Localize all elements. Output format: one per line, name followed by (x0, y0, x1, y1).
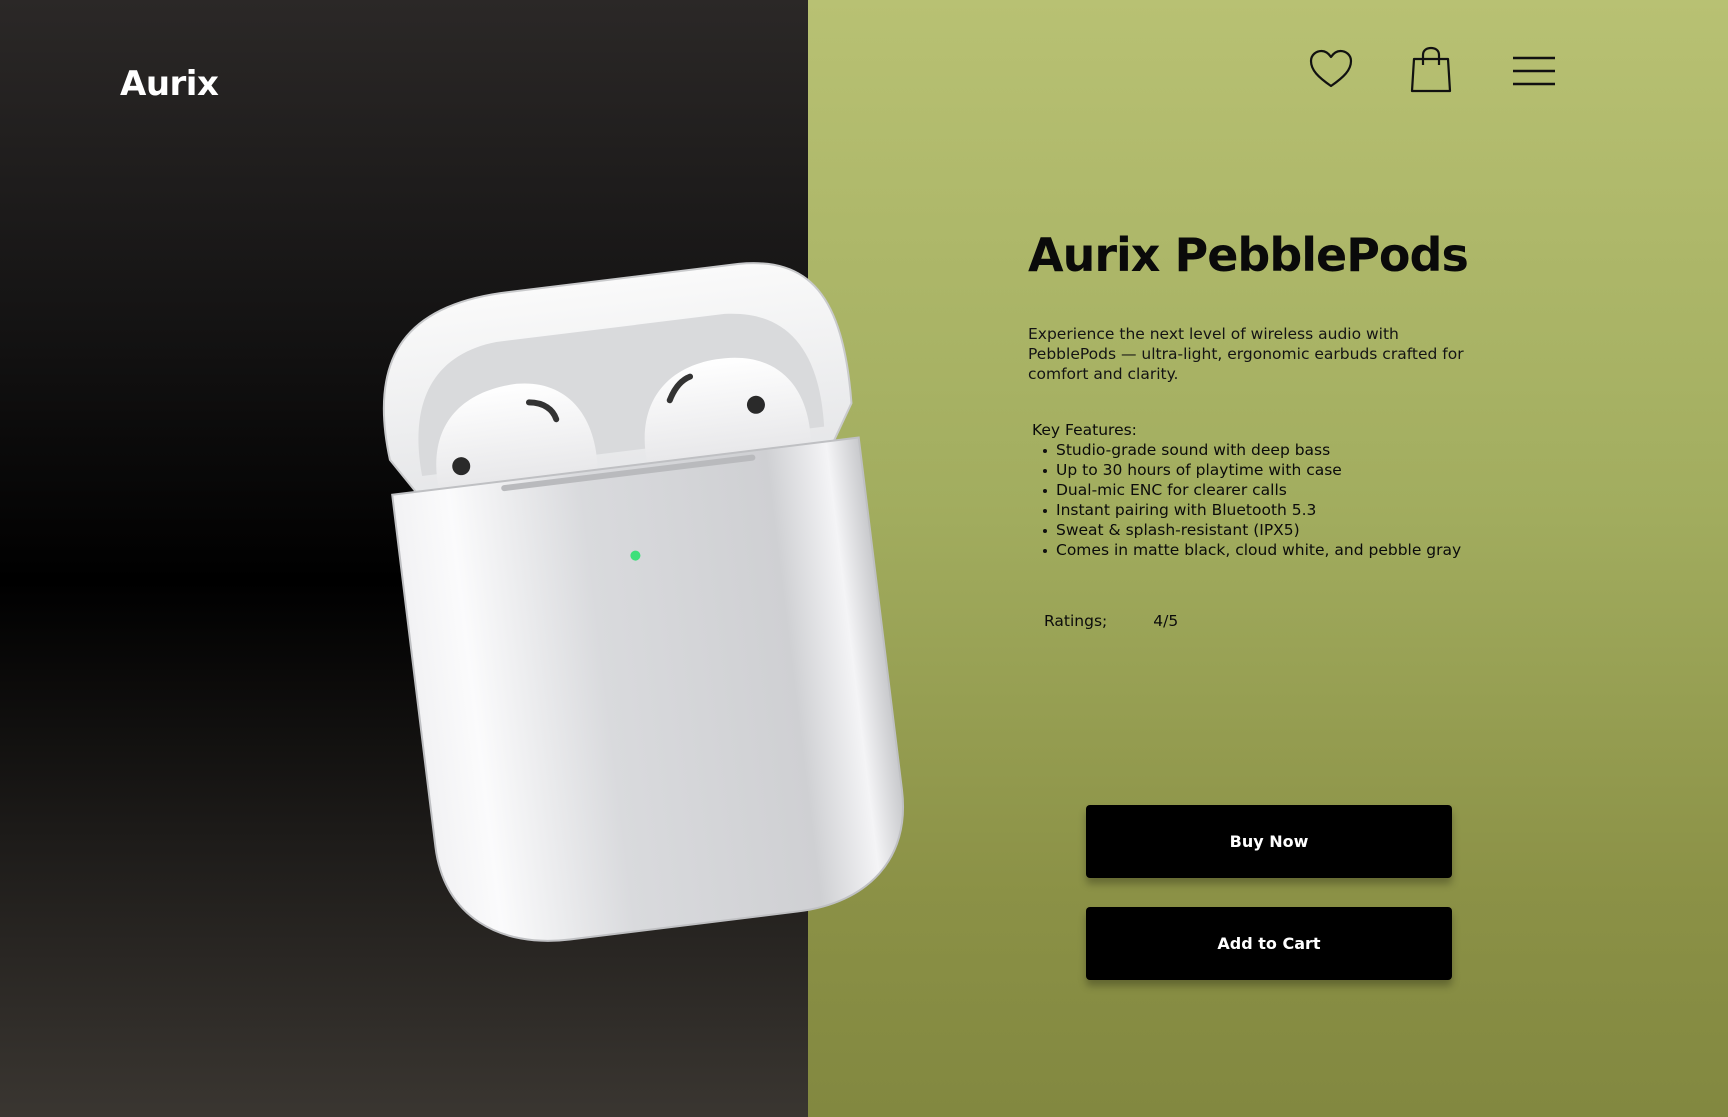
product-title: Aurix PebblePods (1028, 228, 1469, 282)
hamburger-menu-icon[interactable] (1512, 56, 1556, 90)
buy-now-button[interactable]: Buy Now (1086, 805, 1452, 878)
add-to-cart-button[interactable]: Add to Cart (1086, 907, 1452, 980)
brand-logo[interactable]: Aurix (120, 64, 219, 104)
product-info: Aurix PebblePods Experience the next lev… (1028, 228, 1588, 630)
features-list: Studio-grade sound with deep bass Up to … (1032, 440, 1588, 560)
list-item: Comes in matte black, cloud white, and p… (1032, 540, 1588, 560)
list-item: Sweat & splash-resistant (IPX5) (1032, 520, 1588, 540)
header-nav (1308, 46, 1728, 104)
ratings-label: Ratings; (1044, 612, 1108, 630)
features-label: Key Features: (1032, 421, 1137, 439)
key-features: Key Features: Studio-grade sound with de… (1028, 420, 1588, 560)
rating-value: 4/5 (1153, 612, 1179, 630)
heart-icon[interactable] (1308, 48, 1354, 94)
earbuds-case-image (380, 258, 940, 958)
list-item: Dual-mic ENC for clearer calls (1032, 480, 1588, 500)
ratings: Ratings; 4/5 (1028, 612, 1588, 630)
product-description: Experience the next level of wireless au… (1028, 325, 1464, 383)
list-item: Instant pairing with Bluetooth 5.3 (1032, 500, 1588, 520)
list-item: Up to 30 hours of playtime with case (1032, 460, 1588, 480)
shopping-bag-icon[interactable] (1410, 46, 1452, 98)
list-item: Studio-grade sound with deep bass (1032, 440, 1588, 460)
product-page: Aurix Aurix PebblePods Experience the ne… (0, 0, 1728, 1117)
